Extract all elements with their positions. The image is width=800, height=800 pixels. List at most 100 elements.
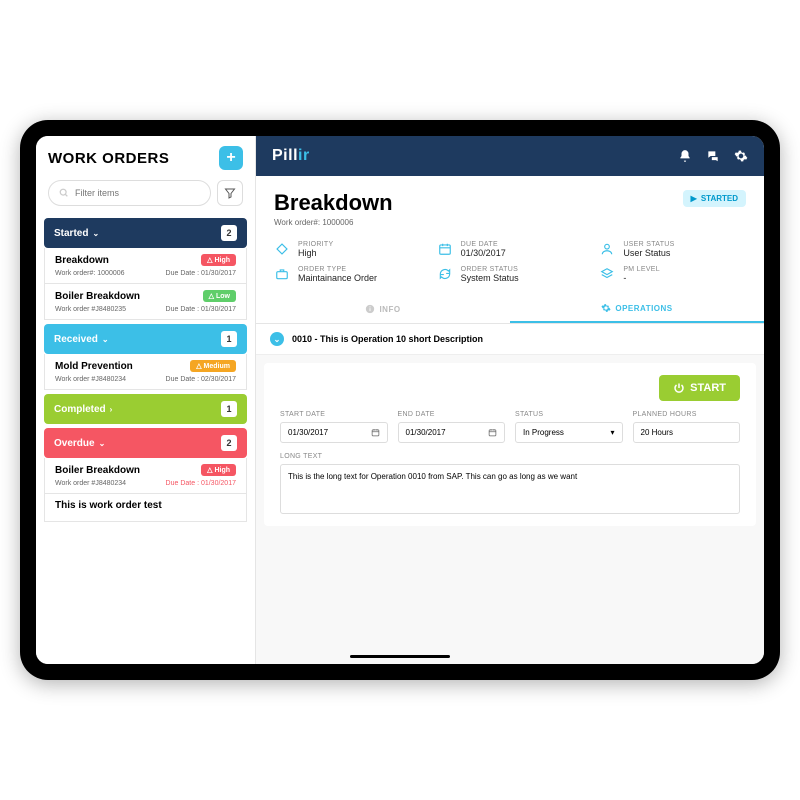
calendar-icon: [371, 428, 380, 437]
category-header-completed[interactable]: Completed›1: [44, 394, 247, 424]
work-order-id: Work order #J8480234: [55, 480, 126, 487]
chevron-down-icon: ⌄: [102, 335, 109, 344]
play-icon: ▶: [691, 194, 697, 203]
briefcase-icon: [274, 266, 290, 282]
refresh-icon: [437, 266, 453, 282]
start-date-input[interactable]: 01/30/2017: [280, 422, 388, 443]
brand-logo: Pillir: [272, 147, 310, 165]
priority-badge: △ High: [201, 464, 236, 476]
meta-label: ORDER TYPE: [298, 266, 377, 273]
calendar-icon: [488, 428, 497, 437]
work-order-name: Boiler Breakdown: [55, 291, 140, 302]
title-row: Breakdown Work order#: 1000006 ▶ STARTED: [274, 190, 746, 227]
priority-badge: △ Low: [203, 290, 236, 302]
meta-item: DUE DATE01/30/2017: [437, 241, 584, 258]
end-date-input[interactable]: 01/30/2017: [398, 422, 506, 443]
settings-icon[interactable]: [734, 149, 748, 163]
chevron-down-icon: ⌄: [92, 229, 99, 238]
start-date-field: START DATE 01/30/2017: [280, 411, 388, 443]
chevron-down-icon: ⌄: [270, 332, 284, 346]
chevron-right-icon: ›: [110, 405, 113, 414]
meta-item: PRIORITYHigh: [274, 241, 421, 258]
filter-button[interactable]: [217, 180, 243, 206]
power-icon: [673, 382, 685, 394]
detail-head: Breakdown Work order#: 1000006 ▶ STARTED…: [256, 176, 764, 295]
operation-body: START START DATE 01/30/2017 END DATE 01/…: [264, 363, 756, 526]
work-order-due: Due Date : 01/30/2017: [166, 480, 236, 487]
meta-value: High: [298, 248, 333, 258]
work-order-id: Work order #J8480234: [55, 376, 126, 383]
meta-value: User Status: [623, 248, 674, 258]
add-work-order-button[interactable]: +: [219, 146, 243, 170]
status-select[interactable]: In Progress ▾: [515, 422, 623, 443]
screen: WORK ORDERS + Started⌄2Breakdown△ HighWo…: [36, 136, 764, 664]
work-order-due: Due Date : 02/30/2017: [166, 376, 236, 383]
operation-header[interactable]: ⌄ 0010 - This is Operation 10 short Desc…: [256, 324, 764, 355]
search-input[interactable]: [75, 188, 200, 198]
work-order-id: Work order #J8480235: [55, 306, 126, 313]
long-text-input[interactable]: This is the long text for Operation 0010…: [280, 464, 740, 514]
meta-label: PM LEVEL: [623, 266, 660, 273]
long-text-label: LONG TEXT: [280, 453, 740, 460]
info-icon: [365, 304, 375, 314]
priority-badge: △ Medium: [190, 360, 236, 372]
content[interactable]: Breakdown Work order#: 1000006 ▶ STARTED…: [256, 176, 764, 664]
layers-icon: [599, 266, 615, 282]
status-badge: ▶ STARTED: [683, 190, 746, 207]
meta-label: USER STATUS: [623, 241, 674, 248]
search-icon: [59, 188, 69, 198]
category-list[interactable]: Started⌄2Breakdown△ HighWork order#: 100…: [36, 214, 255, 664]
user-icon: [599, 241, 615, 257]
search-box[interactable]: [48, 180, 211, 206]
sidebar-header: WORK ORDERS +: [36, 136, 255, 180]
meta-item: ORDER TYPEMaintainance Order: [274, 266, 421, 283]
search-row: [36, 180, 255, 214]
work-order-card[interactable]: This is work order test: [44, 494, 247, 522]
end-date-field: END DATE 01/30/2017: [398, 411, 506, 443]
meta-label: DUE DATE: [461, 241, 506, 248]
meta-item: ORDER STATUSSystem Status: [437, 266, 584, 283]
meta-label: ORDER STATUS: [461, 266, 519, 273]
work-order-card[interactable]: Mold Prevention △ Medium Work order #J8480…: [44, 354, 247, 390]
meta-value: System Status: [461, 273, 519, 283]
category-header-overdue[interactable]: Overdue⌄2: [44, 428, 247, 458]
status-field: STATUS In Progress ▾: [515, 411, 623, 443]
category-count: 2: [221, 435, 237, 451]
work-order-number: Work order#: 1000006: [274, 218, 393, 227]
start-operation-button[interactable]: START: [659, 375, 740, 401]
work-order-name: Boiler Breakdown: [55, 465, 140, 476]
meta-grid: PRIORITYHigh DUE DATE01/30/2017 USER STATU…: [274, 241, 746, 295]
calendar-icon: [437, 241, 453, 257]
notifications-icon[interactable]: [678, 149, 692, 163]
priority-badge: △ High: [201, 254, 236, 266]
topbar-icons: [678, 149, 748, 163]
chevron-down-icon: ⌄: [99, 439, 106, 448]
tab-operations[interactable]: OPERATIONS: [510, 295, 764, 323]
category-header-received[interactable]: Received⌄1: [44, 324, 247, 354]
category-count: 1: [221, 331, 237, 347]
chat-icon[interactable]: [706, 149, 720, 163]
work-order-card[interactable]: Breakdown△ HighWork order#: 1000006Due D…: [44, 248, 247, 284]
tabs: INFO OPERATIONS: [256, 295, 764, 324]
work-order-due: Due Date : 01/30/2017: [166, 306, 236, 313]
sidebar: WORK ORDERS + Started⌄2Breakdown△ HighWo…: [36, 136, 256, 664]
sidebar-title: WORK ORDERS: [48, 150, 169, 167]
category-header-started[interactable]: Started⌄2: [44, 218, 247, 248]
work-order-due: Due Date : 01/30/2017: [166, 270, 236, 277]
meta-value: Maintainance Order: [298, 273, 377, 283]
category-count: 1: [221, 401, 237, 417]
chevron-down-icon: ▾: [610, 428, 614, 437]
category-count: 2: [221, 225, 237, 241]
meta-value: -: [623, 273, 660, 283]
work-order-id: Work order#: 1000006: [55, 270, 125, 277]
form-grid: START DATE 01/30/2017 END DATE 01/30/201…: [280, 411, 740, 443]
diamond-icon: [274, 241, 290, 257]
work-order-card[interactable]: Boiler Breakdown △ Low Work order #J848023…: [44, 284, 247, 320]
main: Pillir Breakdown Work order#: 1000006 ▶ …: [256, 136, 764, 664]
work-order-card[interactable]: Boiler Breakdown △ High Work order #J84802…: [44, 458, 247, 494]
tab-info[interactable]: INFO: [256, 295, 510, 323]
start-row: START: [280, 375, 740, 401]
meta-item: PM LEVEL-: [599, 266, 746, 283]
planned-hours-input[interactable]: 20 Hours: [633, 422, 741, 443]
work-order-name: Mold Prevention: [55, 361, 133, 372]
